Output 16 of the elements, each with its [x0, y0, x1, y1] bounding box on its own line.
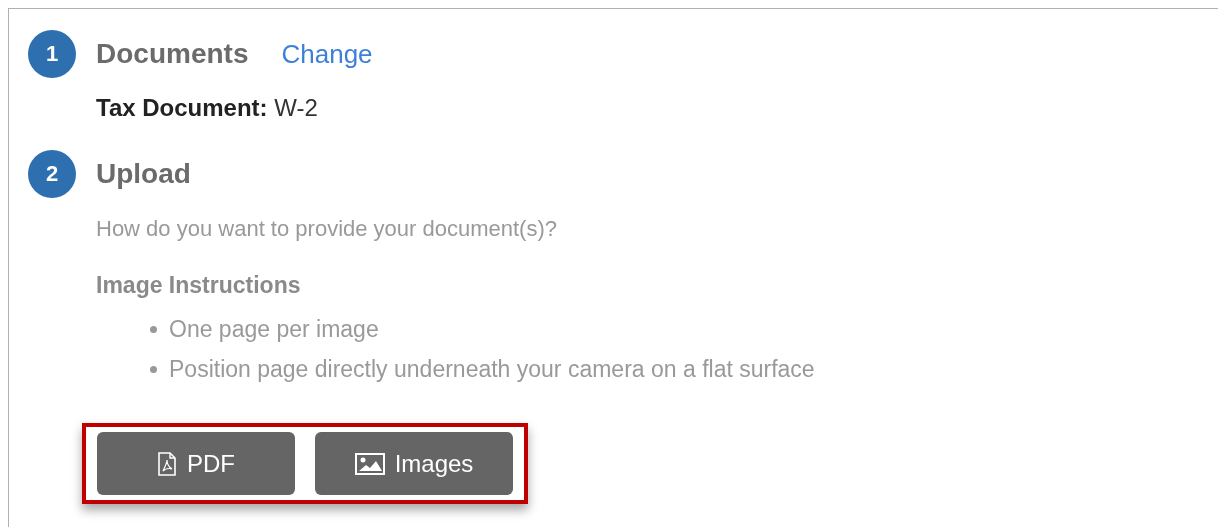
tax-document-text: Tax Document: W-2	[96, 94, 319, 122]
bullet-icon	[150, 325, 157, 333]
step-number: 2	[28, 150, 76, 198]
prompt-text: How do you want to provide your document(s)?	[96, 216, 558, 242]
images-button[interactable]: Images	[315, 432, 513, 495]
pdf-button[interactable]: PDF	[97, 432, 295, 495]
image-icon	[354, 452, 385, 475]
instruction-text: Position page directly underneath your camera on a flat surface	[169, 355, 815, 383]
bullet-icon	[150, 365, 157, 373]
change-link[interactable]: Change	[281, 38, 373, 70]
instruction-text: One page per image	[169, 315, 379, 343]
instructions-heading: Image Instructions	[96, 272, 302, 299]
step-title: Documents	[96, 38, 249, 70]
pdf-file-icon	[157, 451, 177, 476]
step-title: Upload	[96, 158, 191, 190]
step-number: 1	[28, 30, 76, 78]
